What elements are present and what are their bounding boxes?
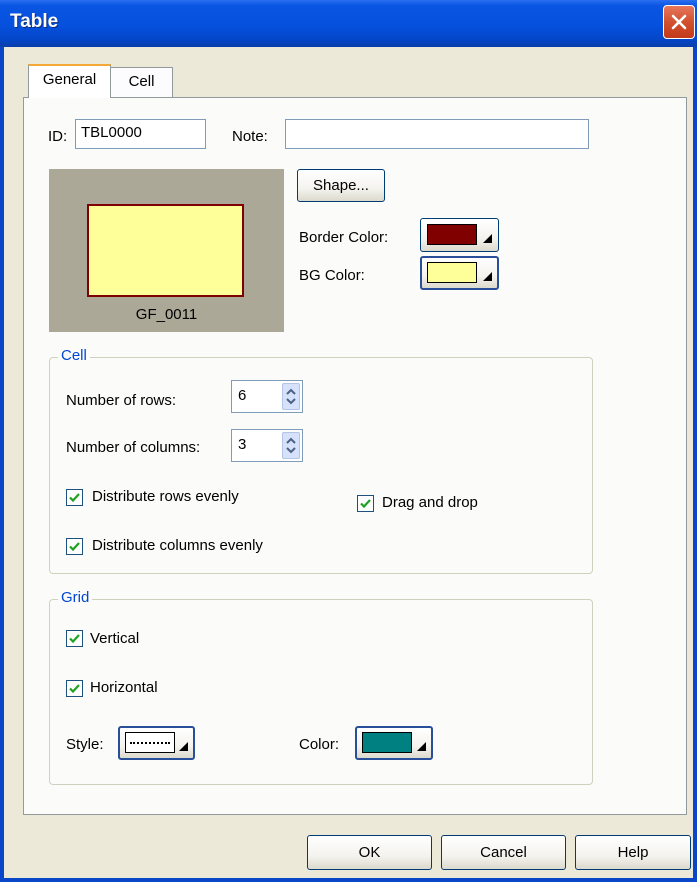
columns-spinner[interactable]: 3 [231, 429, 303, 462]
grid-color-swatch [362, 732, 412, 753]
dropdown-arrow-icon [483, 272, 492, 281]
tab-general[interactable]: General [28, 64, 111, 98]
distribute-columns-checkbox[interactable] [66, 538, 83, 555]
ok-button[interactable]: OK [307, 835, 432, 870]
rows-spin-arrows[interactable] [282, 383, 300, 410]
horizontal-label: Horizontal [90, 679, 158, 696]
grid-group-title: Grid [58, 589, 93, 606]
table-dialog: Table General Cell ID: TBL0000 Note: GF_… [0, 0, 697, 882]
preview-shape [87, 204, 244, 297]
note-label: Note: [232, 128, 268, 145]
dropdown-arrow-icon [417, 742, 426, 751]
vertical-checkbox[interactable] [66, 630, 83, 647]
checkmark-icon [69, 493, 80, 503]
bg-color-button[interactable] [420, 256, 499, 290]
border-color-button[interactable] [420, 218, 499, 252]
drag-drop-label: Drag and drop [382, 494, 478, 511]
checkmark-icon [69, 634, 80, 644]
grid-color-label: Color: [299, 736, 340, 753]
close-button[interactable] [663, 5, 695, 39]
cancel-button[interactable]: Cancel [441, 835, 566, 870]
rows-value: 6 [238, 387, 247, 404]
close-icon [671, 14, 687, 30]
note-field[interactable] [285, 119, 589, 149]
help-button[interactable]: Help [575, 835, 691, 870]
style-label: Style: [66, 736, 104, 753]
border-color-swatch [427, 224, 477, 245]
drag-drop-checkbox[interactable] [357, 495, 374, 512]
shape-button[interactable]: Shape... [297, 169, 385, 202]
horizontal-checkbox[interactable] [66, 680, 83, 697]
spin-arrows-icon [286, 437, 296, 454]
rows-label: Number of rows: [66, 392, 177, 409]
columns-value: 3 [238, 436, 247, 453]
dropdown-arrow-icon [179, 742, 188, 751]
dotted-line-icon [130, 742, 170, 744]
line-style-swatch [125, 732, 175, 753]
checkmark-icon [69, 684, 80, 694]
cell-group-title: Cell [58, 347, 90, 364]
distribute-columns-label: Distribute columns evenly [92, 537, 263, 554]
columns-label: Number of columns: [66, 439, 201, 456]
id-field[interactable]: TBL0000 [75, 119, 206, 149]
preview-caption: GF_0011 [135, 306, 198, 323]
window-frame-right [693, 47, 697, 882]
line-style-button[interactable] [118, 726, 195, 760]
window-frame-left [0, 47, 4, 882]
checkmark-icon [69, 542, 80, 552]
shape-preview: GF_0011 [49, 169, 284, 332]
window-title: Table [10, 11, 59, 32]
checkmark-icon [360, 499, 371, 509]
distribute-rows-label: Distribute rows evenly [92, 488, 239, 505]
dropdown-arrow-icon [483, 234, 492, 243]
columns-spin-arrows[interactable] [282, 432, 300, 459]
window-frame-bottom [0, 878, 697, 882]
tab-cell[interactable]: Cell [110, 67, 173, 98]
distribute-rows-checkbox[interactable] [66, 489, 83, 506]
id-label: ID: [48, 128, 68, 145]
grid-color-button[interactable] [355, 726, 433, 760]
bg-color-label: BG Color: [299, 267, 365, 284]
title-bar: Table [0, 0, 697, 47]
rows-spinner[interactable]: 6 [231, 380, 303, 413]
border-color-label: Border Color: [299, 229, 389, 246]
spin-arrows-icon [286, 388, 296, 405]
vertical-label: Vertical [90, 630, 140, 647]
bg-color-swatch [427, 262, 477, 283]
